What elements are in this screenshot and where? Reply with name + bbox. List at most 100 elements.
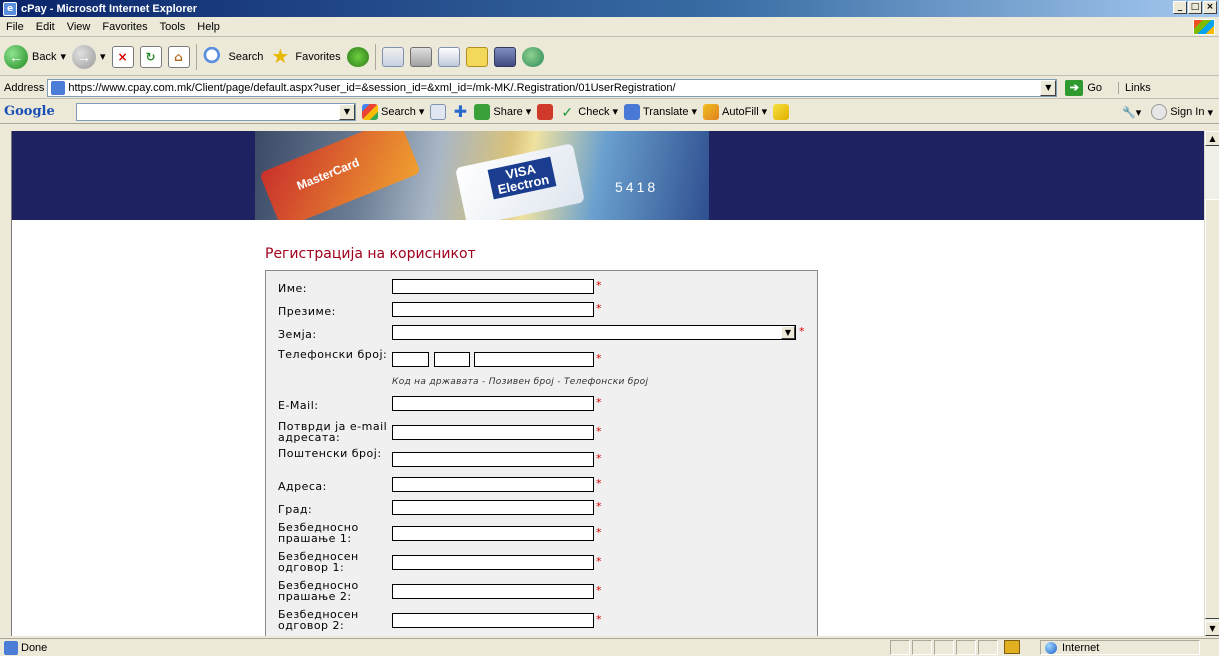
required-marker: * [596, 279, 602, 292]
google-search-dropdown-icon[interactable]: ▼ [339, 103, 355, 120]
last-name-label: Презиме: [278, 305, 336, 318]
toolbar-separator [374, 43, 376, 70]
country-label: Земја: [278, 328, 317, 341]
maximize-button[interactable]: □ [1188, 1, 1202, 14]
google-check-button[interactable]: ✓ Check ▾ [559, 104, 618, 120]
share-dropdown-icon[interactable]: ▾ [526, 105, 532, 118]
news-icon[interactable] [430, 103, 447, 120]
required-marker: * [596, 302, 602, 315]
country-dropdown-icon[interactable]: ▼ [781, 326, 795, 339]
security-zone[interactable]: Internet [1040, 640, 1200, 655]
google-toolbar: Google ▼ Search ▾ ✚ Share ▾ ✓ Check ▾ Tr… [0, 100, 1219, 124]
translate-icon [624, 103, 640, 120]
page-done-icon [4, 640, 18, 655]
autofill-icon [702, 103, 719, 120]
first-name-input[interactable] [392, 279, 594, 294]
menu-edit[interactable]: Edit [30, 21, 61, 33]
google-autofill-button[interactable]: AutoFill ▾ [702, 103, 768, 120]
address-dropdown-icon[interactable]: ▼ [1040, 79, 1057, 96]
discuss-icon[interactable] [465, 46, 488, 67]
window-title: cPay - Microsoft Internet Explorer [21, 2, 198, 15]
required-marker: * [596, 396, 602, 409]
go-button[interactable]: ➔ Go [1065, 79, 1102, 96]
vertical-scrollbar[interactable]: ▲ ▼ [1204, 131, 1219, 636]
credit-cards-image: MasterCard VISA Electron 5418 [255, 131, 709, 220]
media-icon[interactable] [346, 46, 369, 67]
security-question-2-label: Безбедносно прашање 2: [278, 579, 359, 603]
popup-blocker-icon[interactable] [537, 103, 554, 120]
address-input[interactable]: https://www.cpay.com.mk/Client/page/defa… [47, 78, 1058, 97]
minimize-button[interactable]: _ [1173, 1, 1187, 14]
menu-favorites[interactable]: Favorites [96, 21, 153, 33]
print-icon[interactable] [409, 46, 432, 67]
security-question-2-input[interactable] [392, 584, 594, 599]
required-marker: * [799, 325, 805, 338]
search-label: Search [228, 50, 264, 63]
scroll-down-icon[interactable]: ▼ [1205, 621, 1219, 636]
required-marker: * [596, 526, 602, 539]
plus-icon[interactable]: ✚ [452, 103, 468, 120]
highlighter-icon[interactable] [773, 103, 790, 120]
security-answer-2-label: Безбедносен одговор 2: [278, 608, 359, 632]
google-search-input[interactable]: ▼ [76, 102, 356, 121]
menu-help[interactable]: Help [191, 21, 226, 33]
stop-icon[interactable]: × [111, 45, 134, 68]
security-question-1-input[interactable] [392, 526, 594, 541]
check-dropdown-icon[interactable]: ▾ [612, 105, 618, 118]
research-icon[interactable] [493, 46, 516, 67]
window-controls: _ □ × [1173, 1, 1217, 14]
menu-tools[interactable]: Tools [154, 21, 192, 33]
scrollbar-thumb[interactable] [1205, 199, 1219, 619]
google-search-dropdown-icon[interactable]: ▾ [419, 105, 425, 118]
lock-icon[interactable] [1004, 640, 1020, 654]
email-input[interactable] [392, 396, 594, 411]
address-label: Address [4, 81, 45, 94]
required-marker: * [596, 613, 602, 626]
links-button[interactable]: Links [1118, 81, 1151, 94]
favorites-button[interactable]: ★ Favorites [269, 47, 340, 67]
security-answer-2-input[interactable] [392, 613, 594, 628]
back-button[interactable]: ← Back ▾ [4, 44, 66, 69]
refresh-icon[interactable]: ↻ [139, 45, 162, 68]
close-button[interactable]: × [1203, 1, 1217, 14]
google-right-section: 🔧▾ Sign In ▾ [1122, 104, 1213, 120]
google-share-button[interactable]: Share ▾ [474, 103, 532, 120]
status-panels [890, 640, 1024, 655]
required-marker: * [596, 477, 602, 490]
wrench-icon[interactable]: 🔧▾ [1122, 106, 1141, 119]
back-dropdown-icon[interactable]: ▾ [60, 50, 66, 63]
forward-dropdown-icon[interactable]: ▾ [100, 50, 106, 63]
security-answer-1-label: Безбедносен одговор 1: [278, 550, 359, 574]
menu-file[interactable]: File [0, 21, 30, 33]
phone-area-code-input[interactable] [434, 352, 470, 367]
home-icon[interactable]: ⌂ [167, 45, 190, 68]
phone-number-input[interactable] [474, 352, 594, 367]
mail-icon[interactable] [381, 46, 404, 67]
postal-code-label: Поштенски број: [278, 447, 382, 460]
google-sign-in-button[interactable]: Sign In ▾ [1151, 104, 1213, 120]
autofill-dropdown-icon[interactable]: ▾ [762, 105, 768, 118]
city-input[interactable] [392, 500, 594, 515]
last-name-input[interactable] [392, 302, 594, 317]
sign-in-dropdown-icon[interactable]: ▾ [1207, 106, 1213, 119]
edit-icon[interactable] [437, 46, 460, 67]
menu-view[interactable]: View [61, 21, 97, 33]
translate-label: Translate [643, 105, 689, 118]
postal-code-input[interactable] [392, 452, 594, 467]
google-translate-button[interactable]: Translate ▾ [624, 103, 697, 120]
required-marker: * [596, 452, 602, 465]
messenger-icon[interactable] [521, 46, 544, 67]
translate-dropdown-icon[interactable]: ▾ [691, 105, 697, 118]
security-answer-1-input[interactable] [392, 555, 594, 570]
address-input-field[interactable] [392, 477, 594, 492]
google-search-button[interactable]: Search ▾ [362, 103, 425, 120]
address-url[interactable]: https://www.cpay.com.mk/Client/page/defa… [68, 82, 675, 94]
scroll-up-icon[interactable]: ▲ [1205, 131, 1219, 146]
phone-country-code-input[interactable] [392, 352, 429, 367]
sign-in-icon [1151, 104, 1168, 120]
email-confirm-input[interactable] [392, 425, 594, 440]
forward-button[interactable]: → ▾ [72, 44, 106, 69]
status-panel [934, 640, 954, 655]
search-button[interactable]: Search [202, 46, 264, 67]
country-select[interactable]: ▼ [392, 325, 796, 340]
